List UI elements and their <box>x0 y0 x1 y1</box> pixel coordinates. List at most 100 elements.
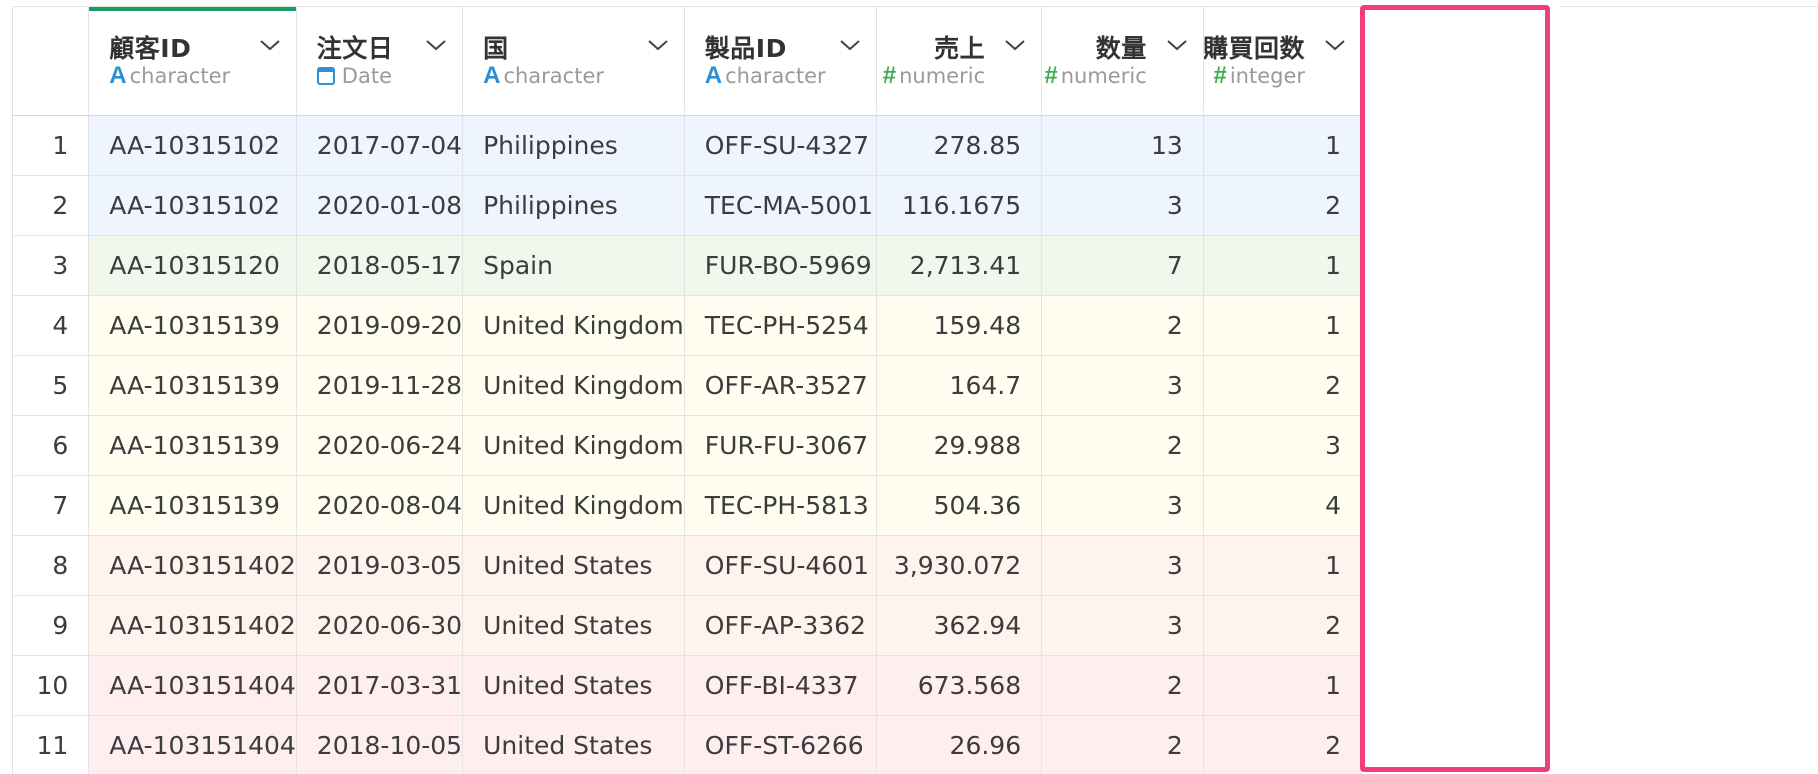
table-cell[interactable]: 3 <box>1041 355 1204 416</box>
table-cell[interactable]: 3 <box>1203 415 1363 476</box>
column-header-6[interactable]: 数量 # numeric <box>1041 6 1204 107</box>
table-cell[interactable]: OFF-AP-3362 <box>684 595 877 656</box>
table-cell[interactable]: 2020-06-30 <box>296 595 464 656</box>
chevron-down-icon[interactable] <box>646 37 670 53</box>
table-cell[interactable]: 2 <box>1041 295 1204 356</box>
table-cell[interactable]: 2017-07-04 <box>296 115 464 176</box>
table-cell[interactable]: Philippines <box>462 175 685 236</box>
table-cell[interactable]: United States <box>462 715 685 774</box>
table-cell[interactable]: 29.988 <box>876 415 1043 476</box>
table-cell[interactable]: 2,713.41 <box>876 235 1043 296</box>
table-row[interactable]: 5 AA-10315139 2019-11-28 United Kingdom OFF-… <box>12 355 1818 416</box>
table-cell[interactable]: 2020-01-08 <box>296 175 464 236</box>
table-cell[interactable]: 2019-11-28 <box>296 355 464 416</box>
table-row[interactable]: 11 AA-103151404 2018-10-05 United States OFF… <box>12 715 1818 774</box>
table-row[interactable]: 9 AA-103151402 2020-06-30 United States OFF-… <box>12 595 1818 656</box>
table-cell[interactable]: 278.85 <box>876 115 1043 176</box>
column-header-5[interactable]: 売上 # numeric <box>876 6 1043 107</box>
table-cell[interactable]: 1 <box>1203 235 1363 296</box>
table-cell[interactable]: 164.7 <box>876 355 1043 416</box>
table-cell[interactable]: 2018-10-05 <box>296 715 464 774</box>
chevron-down-icon[interactable] <box>1323 37 1347 53</box>
table-row[interactable]: 3 AA-10315120 2018-05-17 Spain FUR-BO-5969 2,… <box>12 235 1818 296</box>
table-cell[interactable]: United Kingdom <box>462 475 685 536</box>
table-cell[interactable]: 13 <box>1041 115 1204 176</box>
table-row[interactable]: 4 AA-10315139 2019-09-20 United Kingdom TEC-… <box>12 295 1818 356</box>
table-cell[interactable]: 2019-09-20 <box>296 295 464 356</box>
column-header-7[interactable]: 購買回数 # integer <box>1203 6 1363 107</box>
table-cell[interactable]: 1 <box>1203 535 1363 596</box>
table-cell[interactable]: TEC-PH-5254 <box>684 295 877 356</box>
table-cell[interactable]: 1 <box>1203 655 1363 716</box>
table-row[interactable]: 7 AA-10315139 2020-08-04 United Kingdom TEC-… <box>12 475 1818 536</box>
table-cell[interactable]: AA-10315139 <box>88 355 297 416</box>
table-cell[interactable]: 26.96 <box>876 715 1043 774</box>
table-row[interactable]: 1 AA-10315102 2017-07-04 Philippines OFF-SU-… <box>12 115 1818 176</box>
table-cell[interactable]: Spain <box>462 235 685 296</box>
table-cell[interactable]: AA-10315120 <box>88 235 297 296</box>
table-cell[interactable]: 504.36 <box>876 475 1043 536</box>
table-row[interactable]: 2 AA-10315102 2020-01-08 Philippines TEC-MA-… <box>12 175 1818 236</box>
table-cell[interactable]: 2019-03-05 <box>296 535 464 596</box>
table-cell[interactable]: 3 <box>1041 535 1204 596</box>
table-cell[interactable]: TEC-MA-5001 <box>684 175 877 236</box>
column-header-4[interactable]: 製品ID Acharacter <box>684 6 877 107</box>
table-cell[interactable]: 4 <box>1203 475 1363 536</box>
chevron-down-icon[interactable] <box>838 37 862 53</box>
table-cell[interactable]: United Kingdom <box>462 415 685 476</box>
table-cell[interactable]: 3 <box>1041 175 1204 236</box>
table-cell[interactable]: 2 <box>1203 175 1363 236</box>
table-cell[interactable]: 2020-06-24 <box>296 415 464 476</box>
table-cell[interactable]: 2017-03-31 <box>296 655 464 716</box>
table-cell[interactable]: AA-10315102 <box>88 175 297 236</box>
table-cell[interactable]: AA-103151404 <box>88 655 297 716</box>
table-cell[interactable]: FUR-BO-5969 <box>684 235 877 296</box>
table-cell[interactable]: Philippines <box>462 115 685 176</box>
table-cell[interactable]: AA-10315139 <box>88 475 297 536</box>
table-cell[interactable]: AA-103151402 <box>88 535 297 596</box>
table-cell[interactable]: 2020-08-04 <box>296 475 464 536</box>
table-cell[interactable]: OFF-ST-6266 <box>684 715 877 774</box>
chevron-down-icon[interactable] <box>424 37 448 53</box>
column-header-1[interactable]: 顧客ID Acharacter <box>88 6 297 107</box>
chevron-down-icon[interactable] <box>1003 37 1027 53</box>
table-cell[interactable]: AA-10315139 <box>88 295 297 356</box>
table-cell[interactable]: OFF-SU-4601 <box>684 535 877 596</box>
table-cell[interactable]: OFF-SU-4327 <box>684 115 877 176</box>
table-cell[interactable]: United States <box>462 595 685 656</box>
table-cell[interactable]: OFF-BI-4337 <box>684 655 877 716</box>
table-row[interactable]: 8 AA-103151402 2019-03-05 United States OFF-… <box>12 535 1818 596</box>
table-cell[interactable]: United Kingdom <box>462 295 685 356</box>
table-cell[interactable]: United States <box>462 535 685 596</box>
table-cell[interactable]: 2018-05-17 <box>296 235 464 296</box>
table-cell[interactable]: 1 <box>1203 115 1363 176</box>
table-cell[interactable]: 3 <box>1041 595 1204 656</box>
chevron-down-icon[interactable] <box>1165 37 1189 53</box>
table-cell[interactable]: 362.94 <box>876 595 1043 656</box>
table-cell[interactable]: AA-103151404 <box>88 715 297 774</box>
table-row[interactable]: 10 AA-103151404 2017-03-31 United States OFF… <box>12 655 1818 716</box>
table-cell[interactable]: TEC-PH-5813 <box>684 475 877 536</box>
table-cell[interactable]: 2 <box>1203 595 1363 656</box>
table-cell[interactable]: AA-10315139 <box>88 415 297 476</box>
table-cell[interactable]: 2 <box>1203 715 1363 774</box>
table-row[interactable]: 6 AA-10315139 2020-06-24 United Kingdom FUR-… <box>12 415 1818 476</box>
column-header-2[interactable]: 注文日 Date <box>296 6 464 107</box>
table-cell[interactable]: FUR-FU-3067 <box>684 415 877 476</box>
table-cell[interactable]: 673.568 <box>876 655 1043 716</box>
table-cell[interactable]: 2 <box>1041 415 1204 476</box>
column-header-3[interactable]: 国 Acharacter <box>462 6 685 107</box>
chevron-down-icon[interactable] <box>258 37 282 53</box>
table-cell[interactable]: United States <box>462 655 685 716</box>
table-cell[interactable]: 3 <box>1041 475 1204 536</box>
table-cell[interactable]: 2 <box>1203 355 1363 416</box>
table-cell[interactable]: United Kingdom <box>462 355 685 416</box>
table-cell[interactable]: 2 <box>1041 715 1204 774</box>
table-cell[interactable]: 3,930.072 <box>876 535 1043 596</box>
table-cell[interactable]: AA-10315102 <box>88 115 297 176</box>
table-cell[interactable]: 116.1675 <box>876 175 1043 236</box>
table-cell[interactable]: OFF-AR-3527 <box>684 355 877 416</box>
table-cell[interactable]: 1 <box>1203 295 1363 356</box>
table-cell[interactable]: 2 <box>1041 655 1204 716</box>
table-cell[interactable]: 159.48 <box>876 295 1043 356</box>
